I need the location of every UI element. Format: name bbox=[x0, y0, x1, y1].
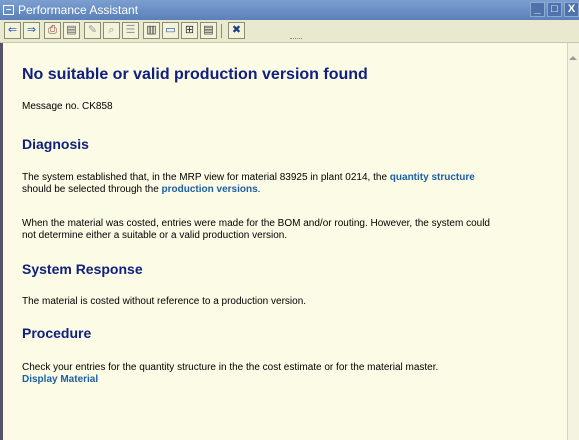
back-button[interactable]: ⇐ bbox=[4, 22, 21, 39]
procedure-text: Check your entries for the quantity stru… bbox=[22, 362, 439, 373]
procedure-heading: Procedure bbox=[22, 325, 92, 341]
print-icon: ⎙ bbox=[48, 24, 57, 36]
message-button[interactable]: ▭ bbox=[162, 22, 179, 39]
diagnosis-paragraph-1-line-1: The system established that, in the MRP … bbox=[22, 172, 475, 183]
window-title: Performance Assistant bbox=[18, 3, 139, 17]
technical-info-button[interactable]: ▤ bbox=[63, 22, 80, 39]
message-number: Message no. CK858 bbox=[22, 101, 113, 112]
diagnosis-paragraph-2-line-1: When the material was costed, entries we… bbox=[22, 218, 490, 229]
book-icon: ▥ bbox=[146, 24, 157, 36]
performance-assistant-window: Performance Assistant _ □ X ⇐ ⇒ ⎙ ▤ ✎ ⌕ … bbox=[0, 0, 579, 440]
book-button[interactable]: ▥ bbox=[143, 22, 160, 39]
diagnosis-paragraph-1-line-2: should be selected through the productio… bbox=[22, 184, 261, 195]
system-response-text: The material is costed without reference… bbox=[22, 296, 307, 307]
message-icon: ▭ bbox=[165, 24, 176, 36]
diagnosis-paragraph-2-line-2: not determine either a suitable or a val… bbox=[22, 230, 288, 241]
maximize-button[interactable]: □ bbox=[547, 2, 562, 17]
procedure-link-line: Display Material bbox=[22, 374, 98, 386]
display-material-link[interactable]: Display Material bbox=[22, 374, 98, 385]
find-button[interactable]: ⌕ bbox=[103, 22, 120, 39]
edit-button[interactable]: ✎ bbox=[84, 22, 101, 39]
find-icon: ⌕ bbox=[108, 24, 115, 36]
system-response-heading: System Response bbox=[22, 261, 143, 277]
close-icon: ✖ bbox=[231, 24, 242, 36]
close-button[interactable]: ✖ bbox=[228, 22, 245, 39]
tree-button[interactable]: ⊞ bbox=[181, 22, 198, 39]
window-controls: _ □ X bbox=[530, 2, 579, 17]
technical-info-icon: ▤ bbox=[66, 24, 77, 36]
vertical-scrollbar[interactable] bbox=[567, 43, 579, 440]
window-icon bbox=[3, 5, 14, 15]
close-window-button[interactable]: X bbox=[564, 2, 579, 17]
quantity-structure-link[interactable]: quantity structure bbox=[390, 172, 475, 183]
minimize-button[interactable]: _ bbox=[530, 2, 545, 17]
sound-icon: ☰ bbox=[125, 24, 136, 36]
production-versions-link[interactable]: production versions bbox=[162, 184, 258, 195]
save-button[interactable]: ▤ bbox=[200, 22, 217, 39]
page-title: No suitable or valid production version … bbox=[22, 66, 368, 83]
toolbar-grip[interactable] bbox=[290, 38, 302, 41]
save-icon: ▤ bbox=[203, 24, 214, 36]
tree-icon: ⊞ bbox=[184, 24, 195, 36]
scroll-up-arrow-icon[interactable] bbox=[569, 56, 577, 60]
forward-button[interactable]: ⇒ bbox=[23, 22, 40, 39]
back-icon: ⇐ bbox=[7, 24, 18, 36]
forward-icon: ⇒ bbox=[26, 24, 37, 36]
toolbar-separator bbox=[221, 24, 222, 38]
print-button[interactable]: ⎙ bbox=[44, 22, 61, 39]
edit-icon: ✎ bbox=[87, 24, 98, 36]
title-bar: Performance Assistant _ □ X bbox=[0, 0, 579, 20]
diagnosis-heading: Diagnosis bbox=[22, 136, 89, 152]
sound-button[interactable]: ☰ bbox=[122, 22, 139, 39]
